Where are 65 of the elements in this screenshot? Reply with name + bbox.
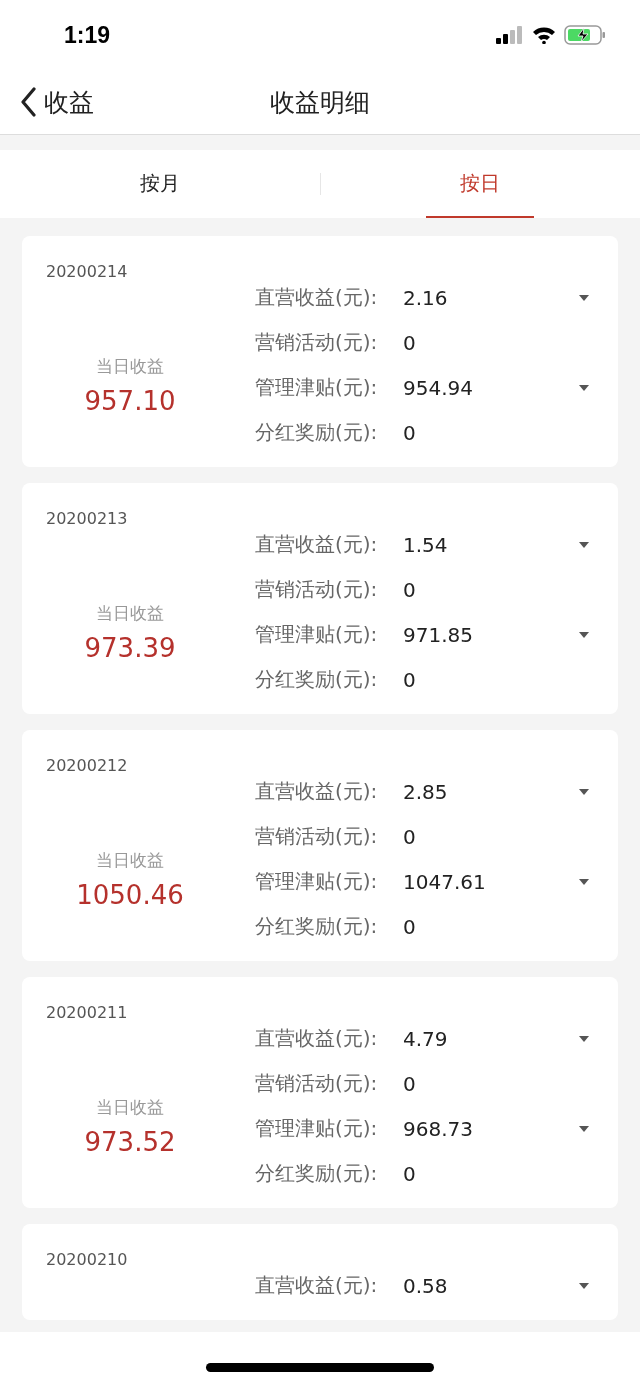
date-label: 20200213 — [46, 508, 129, 530]
item-label: 分红奖励(元): — [255, 913, 379, 940]
item-value: 0 — [403, 330, 417, 355]
item-value: 968.73 — [403, 1116, 474, 1141]
item-value: 2.85 — [403, 779, 449, 804]
daily-earnings-amount: 973.52 — [84, 1127, 176, 1157]
caret-icon[interactable] — [578, 540, 590, 549]
back-button[interactable]: 收益 — [0, 85, 94, 119]
battery-icon — [564, 25, 606, 45]
item-value: 0 — [403, 914, 417, 939]
item-value: 0 — [403, 420, 417, 445]
item-label: 管理津贴(元): — [255, 621, 379, 648]
daily-earnings-label: 当日收益 — [96, 602, 164, 625]
item-value: 2.16 — [403, 285, 449, 310]
item-value: 1047.61 — [403, 869, 487, 894]
item-label: 营销活动(元): — [255, 823, 379, 850]
item-value: 0 — [403, 667, 417, 692]
item-label: 直营收益(元): — [255, 1272, 379, 1299]
caret-icon[interactable] — [578, 1034, 590, 1043]
item-value: 4.79 — [403, 1026, 449, 1051]
item-label: 直营收益(元): — [255, 778, 379, 805]
daily-earnings-amount: 957.10 — [84, 386, 176, 416]
item-label: 营销活动(元): — [255, 1070, 379, 1097]
date-label: 20200214 — [46, 261, 129, 283]
item-value: 0 — [403, 1161, 417, 1186]
item-label: 营销活动(元): — [255, 329, 379, 356]
item-value: 0 — [403, 1071, 417, 1096]
item-value: 954.94 — [403, 375, 474, 400]
chevron-left-icon — [20, 87, 36, 117]
date-label: 20200211 — [46, 1002, 129, 1024]
item-label: 分红奖励(元): — [255, 1160, 379, 1187]
item-label: 直营收益(元): — [255, 284, 379, 311]
date-label: 20200212 — [46, 755, 129, 777]
caret-icon[interactable] — [578, 293, 590, 302]
daily-earnings-amount: 973.39 — [84, 633, 176, 663]
item-value: 0.58 — [403, 1273, 449, 1298]
caret-icon[interactable] — [578, 383, 590, 392]
caret-icon[interactable] — [578, 630, 590, 639]
page-title: 收益明细 — [270, 86, 370, 119]
item-label: 分红奖励(元): — [255, 666, 379, 693]
item-label: 分红奖励(元): — [255, 419, 379, 446]
daily-earnings-label: 当日收益 — [96, 849, 164, 872]
item-label: 直营收益(元): — [255, 531, 379, 558]
item-label: 营销活动(元): — [255, 576, 379, 603]
item-label: 管理津贴(元): — [255, 1115, 379, 1142]
tab[interactable]: 按月 — [105, 150, 214, 218]
signal-icon — [496, 26, 524, 44]
status-time: 1:19 — [64, 21, 111, 49]
item-value: 0 — [403, 577, 417, 602]
daily-earnings-label: 当日收益 — [96, 355, 164, 378]
wifi-icon — [532, 26, 556, 44]
item-label: 直营收益(元): — [255, 1025, 379, 1052]
caret-icon[interactable] — [578, 1281, 590, 1290]
item-label: 管理津贴(元): — [255, 868, 379, 895]
caret-icon[interactable] — [578, 787, 590, 796]
caret-icon[interactable] — [578, 1124, 590, 1133]
item-value: 971.85 — [403, 622, 474, 647]
caret-icon[interactable] — [578, 877, 590, 886]
item-value: 1.54 — [403, 532, 449, 557]
item-value: 0 — [403, 824, 417, 849]
daily-earnings-label: 当日收益 — [96, 1096, 164, 1119]
date-label: 20200210 — [46, 1249, 129, 1271]
item-label: 管理津贴(元): — [255, 374, 379, 401]
daily-earnings-amount: 1050.46 — [76, 880, 184, 910]
tab[interactable]: 按日 — [426, 150, 535, 218]
